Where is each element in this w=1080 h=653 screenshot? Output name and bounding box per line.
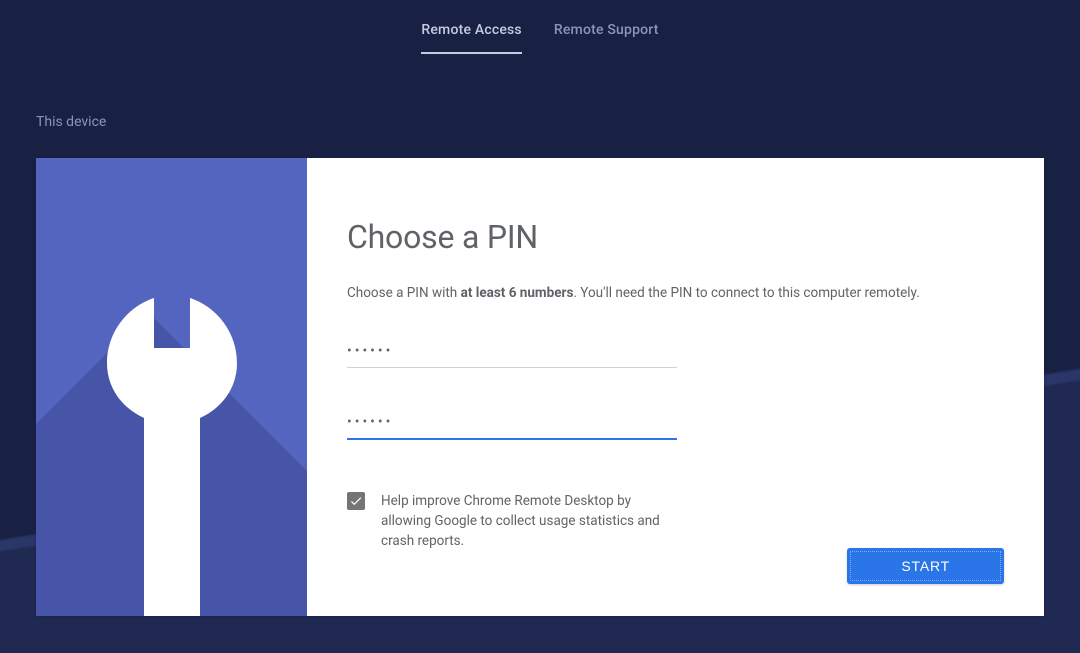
pin-input-1[interactable] (347, 335, 677, 368)
card-content: Choose a PIN Choose a PIN with at least … (307, 158, 1044, 616)
tab-remote-support[interactable]: Remote Support (554, 14, 659, 54)
checkmark-icon (349, 494, 363, 508)
top-tabs: Remote Access Remote Support (0, 0, 1080, 54)
start-button[interactable]: START (847, 548, 1004, 584)
usage-stats-checkbox[interactable] (347, 492, 365, 510)
wrench-icon (102, 298, 242, 616)
tab-remote-access[interactable]: Remote Access (421, 14, 522, 54)
setup-card: Choose a PIN Choose a PIN with at least … (36, 158, 1044, 616)
page-title: Choose a PIN (347, 218, 1004, 256)
pin-description: Choose a PIN with at least 6 numbers. Yo… (347, 284, 1004, 303)
this-device-label: This device (0, 54, 1080, 130)
card-illustration-panel (36, 158, 307, 616)
usage-stats-label: Help improve Chrome Remote Desktop by al… (381, 491, 681, 552)
pin-input-2[interactable] (347, 406, 677, 440)
